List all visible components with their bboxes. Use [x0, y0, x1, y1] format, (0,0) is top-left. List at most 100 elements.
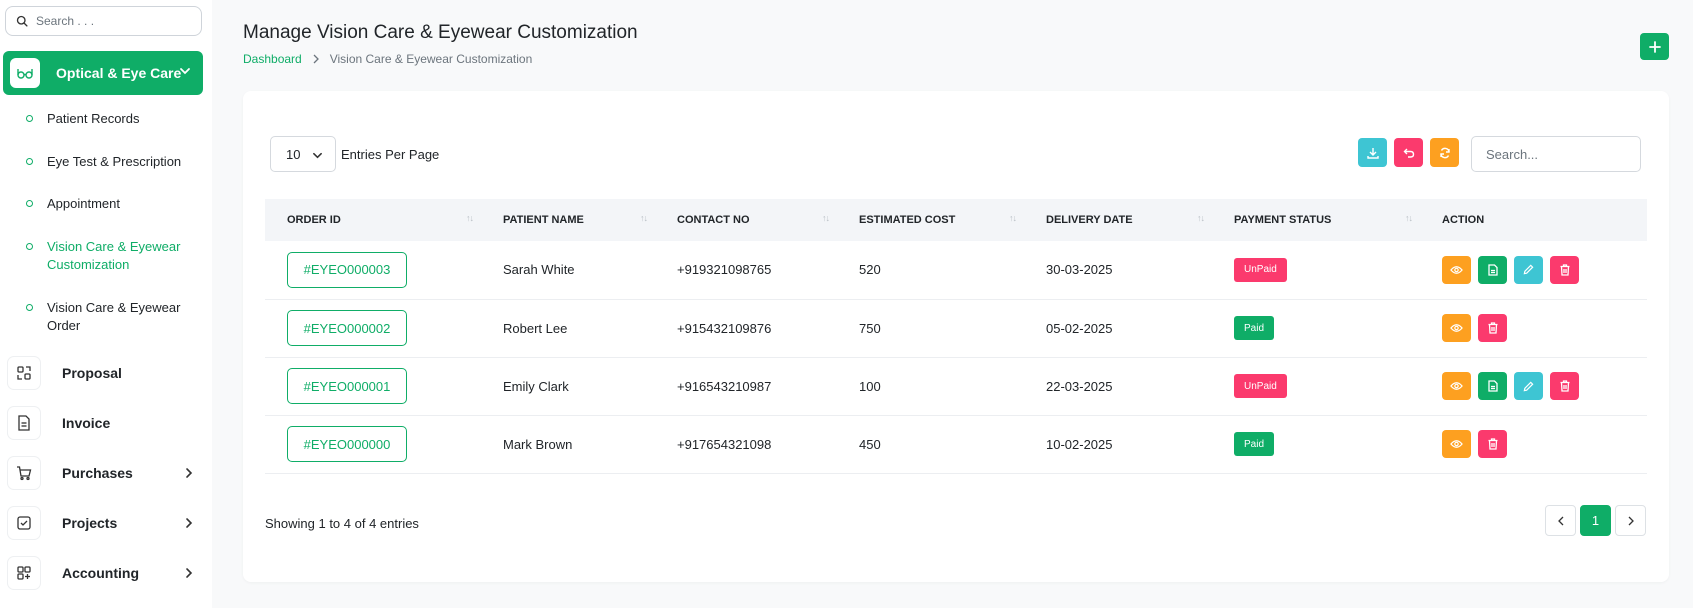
column-header-label: DELIVERY DATE — [1046, 214, 1133, 226]
breadcrumb-current: Vision Care & Eyewear Customization — [329, 52, 533, 66]
column-header-payment-status[interactable]: PAYMENT STATUS ↑↓ — [1212, 199, 1420, 241]
document-button[interactable] — [1478, 372, 1507, 400]
page-button[interactable]: 1 — [1580, 505, 1611, 536]
eye-icon — [1450, 440, 1463, 448]
patient-name-cell: Emily Clark — [503, 378, 569, 394]
column-header-label: PAYMENT STATUS — [1234, 214, 1332, 226]
order-id-link[interactable]: #EYEO000002 — [287, 310, 407, 346]
chevron-down-icon — [180, 68, 190, 75]
delete-button[interactable] — [1478, 430, 1507, 458]
sidebar-item-invoice[interactable]: Invoice — [8, 405, 203, 441]
sidebar-subitem-label: Vision Care & Eyewear Order — [47, 300, 181, 333]
order-id-link[interactable]: #EYEO000001 — [287, 368, 407, 404]
column-header-label: ESTIMATED COST — [859, 214, 956, 226]
status-badge: Paid — [1234, 316, 1275, 340]
date-cell: 10-02-2025 — [1046, 436, 1113, 452]
cart-icon — [8, 457, 40, 489]
pagination: 1 — [1545, 505, 1646, 536]
column-header-label: CONTACT NO — [677, 214, 750, 226]
sidebar-item-label: Accounting — [62, 565, 139, 581]
cost-cell: 520 — [859, 262, 881, 278]
view-button[interactable] — [1442, 255, 1471, 284]
column-header-estimated-cost[interactable]: ESTIMATED COST ↑↓ — [837, 199, 1024, 241]
file-icon — [1487, 380, 1498, 392]
status-badge: UnPaid — [1234, 257, 1287, 282]
pagination-info: Showing 1 to 4 of 4 entries — [265, 516, 419, 531]
column-header-order-id[interactable]: ORDER ID ↑↓ — [265, 199, 481, 241]
invoice-icon — [8, 407, 40, 439]
document-button[interactable] — [1478, 255, 1507, 284]
pencil-icon — [1523, 264, 1534, 275]
export-button[interactable] — [1358, 138, 1387, 167]
sort-icon: ↑↓ — [1009, 213, 1017, 223]
eye-icon — [1450, 324, 1463, 332]
sort-icon: ↑↓ — [466, 213, 474, 223]
chevron-right-icon — [1628, 516, 1634, 525]
table-search-input[interactable] — [1471, 136, 1641, 172]
sidebar-item-projects[interactable]: Projects — [8, 505, 203, 541]
patient-name-cell: Mark Brown — [503, 436, 573, 452]
page-title: Manage Vision Care & Eyewear Customizati… — [243, 22, 638, 43]
column-header-label: ACTION — [1442, 214, 1485, 226]
status-badge: UnPaid — [1234, 374, 1287, 398]
eye-icon — [1450, 382, 1463, 390]
table-row: #EYEO000001 Emily Clark +916543210987 10… — [265, 357, 1647, 415]
sidebar-item-label: Purchases — [62, 465, 133, 481]
sidebar-search-input[interactable] — [36, 14, 196, 28]
sidebar-item-label: Projects — [62, 515, 118, 531]
breadcrumb-home-link[interactable]: Dashboard — [243, 52, 302, 66]
delete-button[interactable] — [1550, 255, 1579, 284]
patient-name-cell: Sarah White — [503, 262, 575, 278]
patient-name-cell: Robert Lee — [503, 320, 568, 336]
view-button[interactable] — [1442, 372, 1471, 400]
column-header-contact-no[interactable]: CONTACT NO ↑↓ — [655, 199, 837, 241]
column-header-delivery-date[interactable]: DELIVERY DATE ↑↓ — [1024, 199, 1212, 241]
trash-icon — [1560, 264, 1569, 276]
sidebar-subitem-label: Eye Test & Prescription — [47, 154, 182, 169]
view-button[interactable] — [1442, 430, 1471, 458]
contact-cell: +915432109876 — [677, 320, 772, 336]
order-id-link[interactable]: #EYEO000003 — [287, 251, 407, 288]
view-button[interactable] — [1442, 314, 1471, 342]
prev-page-button[interactable] — [1545, 505, 1576, 536]
add-button[interactable] — [1640, 33, 1669, 60]
pencil-icon — [1523, 381, 1534, 391]
sidebar-subitem-label: Vision Care & Eyewear Customization — [47, 239, 181, 272]
order-id-link[interactable]: #EYEO000000 — [287, 426, 407, 462]
file-icon — [1487, 264, 1498, 276]
sidebar-item-accounting[interactable]: Accounting — [8, 555, 203, 591]
sidebar-item-proposal[interactable]: Proposal — [8, 355, 203, 391]
entries-select-value: 10 — [286, 146, 301, 162]
sort-icon: ↑↓ — [1197, 213, 1205, 223]
next-page-button[interactable] — [1615, 505, 1646, 536]
undo-icon — [1403, 148, 1414, 158]
table-header-row: ORDER ID ↑↓ PATIENT NAME ↑↓ CONTACT NO ↑↓ E… — [265, 199, 1647, 241]
date-cell: 05-02-2025 — [1046, 320, 1113, 336]
trash-icon — [1560, 380, 1569, 392]
sidebar-item-optical-eye-care[interactable]: Optical & Eye Care — [3, 51, 203, 95]
delete-button[interactable] — [1550, 372, 1579, 400]
contact-cell: +917654321098 — [677, 436, 772, 452]
sidebar-item-purchases[interactable]: Purchases — [8, 455, 203, 491]
proposal-icon — [8, 357, 40, 389]
delete-button[interactable] — [1478, 314, 1507, 342]
date-cell: 30-03-2025 — [1046, 262, 1113, 278]
sort-icon: ↑↓ — [1405, 213, 1413, 223]
edit-button[interactable] — [1514, 255, 1543, 284]
reset-button[interactable] — [1394, 138, 1423, 167]
bullet-icon — [26, 115, 33, 122]
entries-select[interactable]: 10 — [270, 136, 336, 172]
entries-per-page: 10 Entries Per Page — [270, 136, 439, 172]
chevron-right-icon — [186, 468, 193, 478]
trash-icon — [1488, 438, 1497, 450]
sidebar-search[interactable] — [5, 6, 202, 36]
refresh-button[interactable] — [1430, 138, 1459, 167]
table-row: #EYEO000003 Sarah White +919321098765 52… — [265, 241, 1647, 299]
bullet-icon — [26, 243, 33, 250]
edit-button[interactable] — [1514, 372, 1543, 400]
contact-cell: +919321098765 — [677, 262, 772, 278]
sidebar-subitem-label: Appointment — [47, 196, 120, 211]
grid-icon — [8, 557, 40, 589]
row-actions — [1442, 372, 1647, 400]
column-header-patient-name[interactable]: PATIENT NAME ↑↓ — [481, 199, 655, 241]
